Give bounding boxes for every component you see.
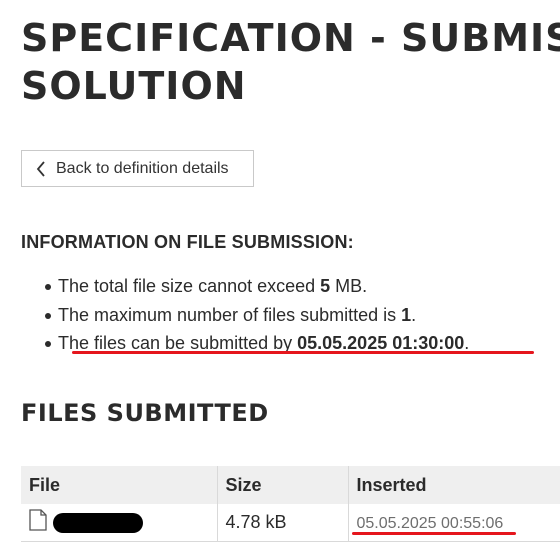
redacted-file-name[interactable] [53,512,143,533]
page-title: SPECIFICATION - SUBMISSION SOLUTION [21,14,560,110]
page: SPECIFICATION - SUBMISSION SOLUTION Back… [0,0,560,560]
bullet [45,312,51,319]
info-list: The total file size cannot exceed 5 MB. … [45,272,469,358]
bullet [45,284,51,290]
inserted-date: 05.05.2025 00:55:06 [356,515,504,532]
document-icon [29,509,53,536]
files-heading: FILES SUBMITTED [21,399,269,427]
files-table: File Size Inserted 4.78 kB 05.05.2025 00… [21,466,560,542]
back-to-definition-button[interactable]: Back to definition details [21,150,254,187]
column-header-size[interactable]: Size [217,466,349,504]
deadline-highlight-underline [72,351,534,354]
page-title-line-2: SOLUTION [21,64,247,108]
info-heading: INFORMATION ON FILE SUBMISSION: [21,232,354,252]
page-title-line-1: SPECIFICATION - SUBMISSION [21,16,560,60]
bullet [45,341,51,347]
chevron-left-icon [34,159,48,179]
inserted-cell: 05.05.2025 00:55:06 [348,504,560,542]
file-size-cell: 4.78 kB [217,504,349,542]
inserted-highlight-underline [352,532,516,535]
table-header-row: File Size Inserted [21,466,560,504]
file-cell[interactable] [21,504,218,542]
info-item-count: The maximum number of files submitted is… [45,301,469,330]
table-row: 4.78 kB 05.05.2025 00:55:06 [21,504,560,542]
column-header-file[interactable]: File [21,466,218,504]
back-button-label: Back to definition details [56,159,229,177]
info-item-size: The total file size cannot exceed 5 MB. [45,272,469,301]
column-header-inserted[interactable]: Inserted [348,466,560,504]
